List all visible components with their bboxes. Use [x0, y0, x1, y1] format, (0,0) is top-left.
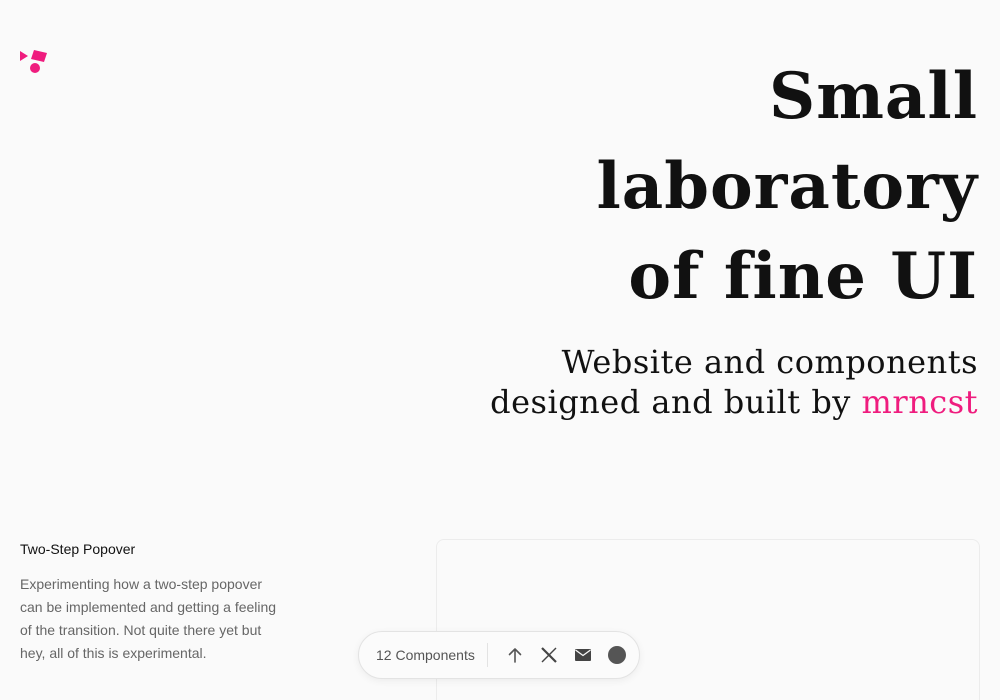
components-count-button[interactable]: 12 Components	[359, 647, 487, 663]
arrow-up-icon	[508, 648, 522, 663]
logo-icon	[20, 50, 47, 73]
component-title: Two-Step Popover	[20, 541, 136, 557]
hero-subtitle: Website and components designed and buil…	[418, 342, 978, 422]
hero: Small laboratory of fine UI Website and …	[418, 52, 978, 422]
component-entry: Two-Step Popover Experimenting how a two…	[20, 539, 280, 665]
author-link[interactable]: mrncst	[862, 383, 978, 421]
hero-title-line-2: of fine UI	[628, 239, 978, 314]
x-link-button[interactable]	[532, 638, 566, 672]
page: Small laboratory of fine UI Website and …	[0, 0, 1000, 700]
theme-toggle-icon	[607, 646, 626, 664]
x-icon	[541, 647, 557, 663]
scroll-to-top-button[interactable]	[498, 638, 532, 672]
bottom-dock: 12 Components	[358, 631, 640, 679]
dock-divider	[486, 643, 488, 667]
theme-toggle-button[interactable]	[600, 638, 634, 672]
mail-icon	[574, 649, 591, 661]
hero-title: Small laboratory of fine UI	[418, 52, 978, 322]
email-button[interactable]	[566, 638, 600, 672]
hero-title-line-1: Small laboratory	[596, 59, 978, 224]
component-description: Experimenting how a two-step popover can…	[20, 576, 277, 661]
